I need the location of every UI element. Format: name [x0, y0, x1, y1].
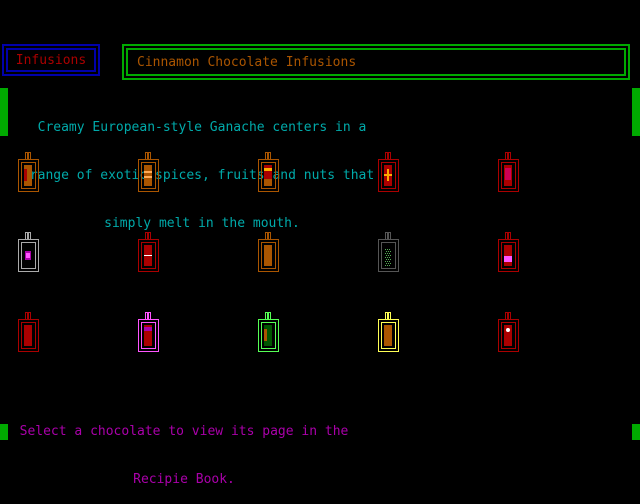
chocolate-9-button[interactable] — [376, 232, 404, 274]
right-top-accent-bar — [632, 88, 640, 136]
chocolate-7-icon — [138, 232, 159, 272]
chocolate-13-button[interactable] — [256, 312, 284, 354]
chocolate-7-button[interactable] — [136, 232, 164, 274]
description-line-2: range of exotic spices, fruits and nuts … — [29, 168, 375, 183]
chocolate-10-icon — [498, 232, 519, 272]
right-bottom-accent-bar — [632, 424, 640, 440]
instruction-text: Select a chocolate to view its page in t… — [8, 392, 360, 504]
left-top-accent-bar — [0, 88, 8, 136]
chocolate-14-icon — [378, 312, 399, 352]
description-line-3: simply melt in the mouth. — [104, 216, 300, 231]
chocolate-3-button[interactable] — [256, 152, 284, 194]
chocolate-15-button[interactable] — [496, 312, 524, 354]
chocolate-2-button[interactable] — [136, 152, 164, 194]
chocolate-13-icon — [258, 312, 279, 352]
instruction-line-1: Select a chocolate to view its page in t… — [19, 424, 349, 439]
chocolate-5-icon — [498, 152, 519, 192]
chocolate-8-button[interactable] — [256, 232, 284, 274]
chocolate-5-button[interactable] — [496, 152, 524, 194]
chocolate-1-button[interactable] — [16, 152, 44, 194]
chocolate-11-button[interactable] — [16, 312, 44, 354]
left-bottom-accent-bar — [0, 424, 8, 440]
chocolate-4-button[interactable] — [376, 152, 404, 194]
chocolate-1-icon — [18, 152, 39, 192]
chocolate-11-icon — [18, 312, 39, 352]
description: Creamy European-style Ganache centers in… — [10, 88, 394, 248]
chocolate-12-button[interactable] — [136, 312, 164, 354]
chocolate-14-button[interactable] — [376, 312, 404, 354]
chocolate-3-icon — [258, 152, 279, 192]
chocolate-15-icon — [498, 312, 519, 352]
chocolate-12-icon — [138, 312, 159, 352]
instruction-line-2: Recipie Book. — [133, 472, 235, 487]
page-title-box: Cinnamon Chocolate Infusions — [122, 44, 630, 80]
chocolate-8-icon — [258, 232, 279, 272]
chocolate-6-icon — [18, 232, 39, 272]
description-line-1: Creamy European-style Ganache centers in… — [37, 120, 367, 135]
chocolate-4-icon — [378, 152, 399, 192]
chocolate-10-button[interactable] — [496, 232, 524, 274]
chocolate-9-icon — [378, 232, 399, 272]
tab-infusions-label: Infusions — [6, 48, 96, 72]
chocolate-6-button[interactable] — [16, 232, 44, 274]
tab-infusions[interactable]: Infusions — [2, 44, 100, 76]
page-title: Cinnamon Chocolate Infusions — [126, 48, 626, 76]
chocolate-2-icon — [138, 152, 159, 192]
